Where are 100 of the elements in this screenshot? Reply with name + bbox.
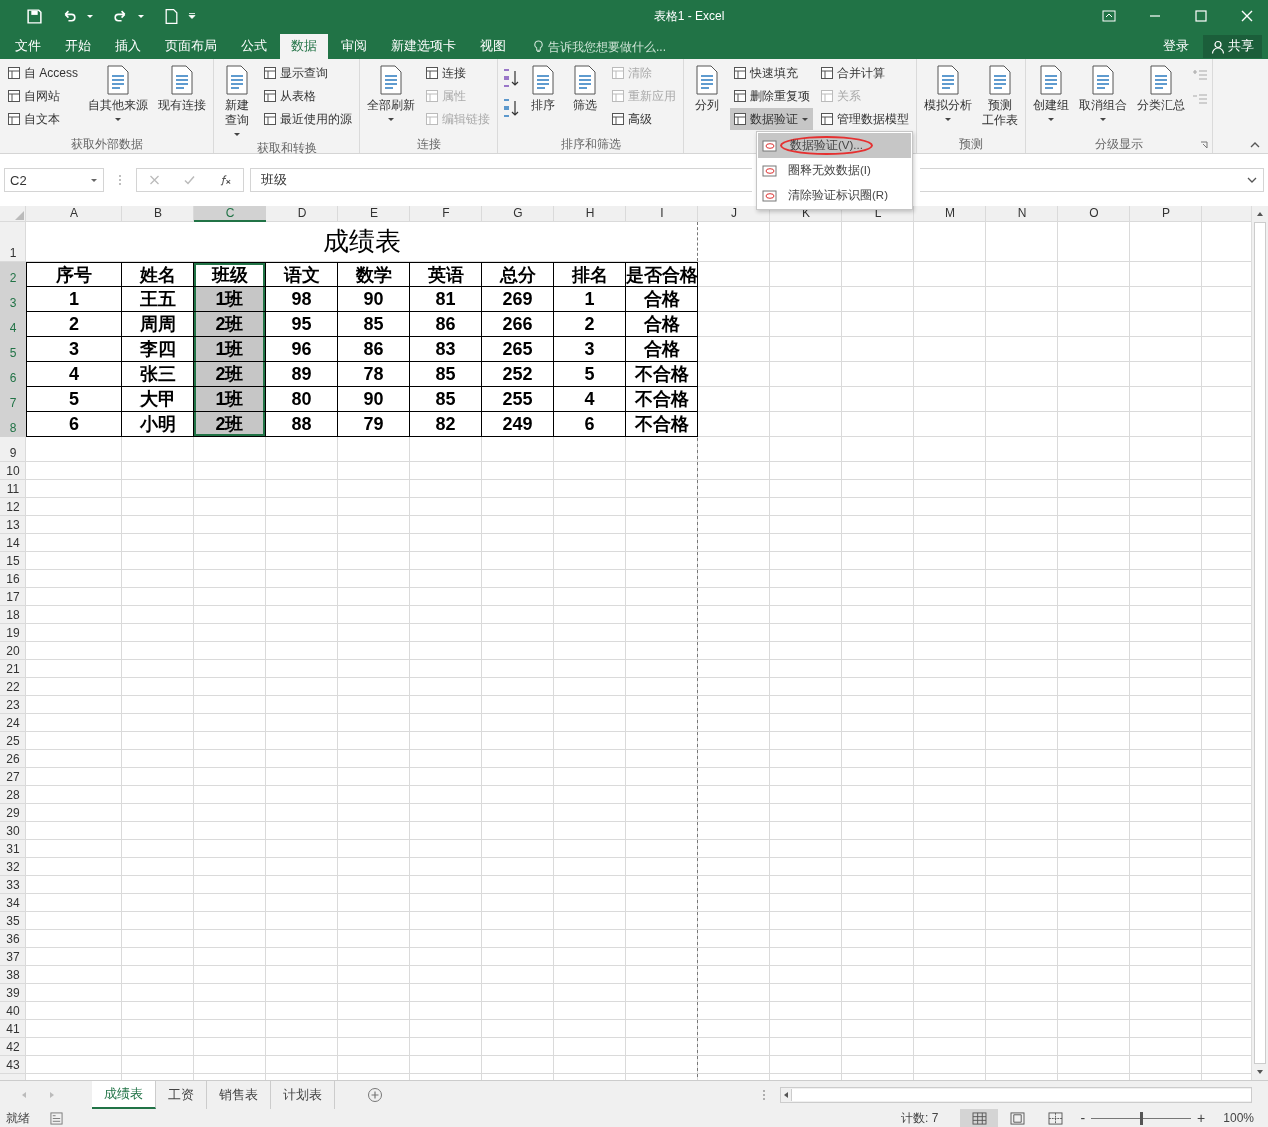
sort-descending-icon[interactable]: [502, 98, 520, 118]
tell-me-field[interactable]: 告诉我您想要做什么...: [548, 39, 708, 54]
column-header[interactable]: M: [914, 206, 986, 222]
ribbon-button[interactable]: 自文本: [4, 108, 81, 130]
function-icon[interactable]: [218, 174, 232, 186]
row-header[interactable]: 12: [0, 498, 26, 516]
check-icon[interactable]: [183, 174, 197, 186]
row-header[interactable]: 20: [0, 642, 26, 660]
ribbon-button[interactable]: 最近使用的源: [260, 108, 355, 130]
row-header[interactable]: 39: [0, 984, 26, 1002]
column-header[interactable]: A: [26, 206, 122, 222]
ribbon-button[interactable]: 取消组合: [1076, 62, 1130, 135]
row-header[interactable]: 8: [0, 412, 26, 437]
row-header[interactable]: 6: [0, 362, 26, 387]
column-header[interactable]: C: [194, 206, 266, 222]
row-header[interactable]: 11: [0, 480, 26, 498]
ribbon-button[interactable]: 新建 查询: [218, 62, 256, 140]
column-header[interactable]: B: [122, 206, 194, 222]
new-document-icon[interactable]: [163, 7, 180, 25]
name-box[interactable]: C2: [4, 168, 104, 192]
row-header[interactable]: 43: [0, 1056, 26, 1074]
menu-item[interactable]: 圈释无效数据(I): [758, 158, 911, 183]
row-header[interactable]: 37: [0, 948, 26, 966]
row-header[interactable]: 23: [0, 696, 26, 714]
save-icon[interactable]: [26, 7, 43, 25]
ribbon-button[interactable]: 预测 工作表: [979, 62, 1021, 135]
column-header[interactable]: E: [338, 206, 410, 222]
collapse-ribbon-icon[interactable]: [1250, 141, 1260, 149]
formula-field[interactable]: 班级: [250, 168, 752, 192]
column-header[interactable]: G: [482, 206, 554, 222]
row-header[interactable]: 32: [0, 858, 26, 876]
ribbon-button[interactable]: 模拟分析: [921, 62, 975, 135]
row-header[interactable]: 9: [0, 437, 26, 462]
column-header[interactable]: H: [554, 206, 626, 222]
ribbon-button[interactable]: 显示查询: [260, 62, 355, 84]
row-header[interactable]: 35: [0, 912, 26, 930]
row-header[interactable]: 21: [0, 660, 26, 678]
ribbon-tab[interactable]: 页面布局: [154, 34, 228, 59]
column-header[interactable]: J: [698, 206, 770, 222]
column-header[interactable]: D: [266, 206, 338, 222]
vertical-scrollbar[interactable]: [1251, 206, 1268, 1080]
ribbon-tab[interactable]: 插入: [104, 34, 152, 59]
horizontal-scrollbar[interactable]: [780, 1087, 1252, 1103]
ribbon-button[interactable]: 数据验证: [730, 108, 813, 130]
add-sheet-icon[interactable]: [367, 1087, 383, 1103]
ribbon-button[interactable]: 合并计算: [817, 62, 912, 84]
maximize-icon[interactable]: [1194, 9, 1208, 23]
ribbon-button[interactable]: 创建组: [1030, 62, 1072, 135]
row-header[interactable]: 30: [0, 822, 26, 840]
row-header[interactable]: 13: [0, 516, 26, 534]
menu-item[interactable]: 数据验证(V)...: [758, 133, 911, 158]
ribbon-button[interactable]: 自 Access: [4, 62, 81, 84]
row-header[interactable]: 40: [0, 1002, 26, 1020]
ribbon-button[interactable]: 从表格: [260, 85, 355, 107]
row-header[interactable]: 38: [0, 966, 26, 984]
ribbon-button[interactable]: 全部刷新: [364, 62, 418, 135]
column-header[interactable]: F: [410, 206, 482, 222]
row-header[interactable]: 22: [0, 678, 26, 696]
ribbon-tab[interactable]: 审阅: [330, 34, 378, 59]
ribbon-button[interactable]: 排序: [524, 62, 562, 135]
row-header[interactable]: 31: [0, 840, 26, 858]
ribbon-button[interactable]: 连接: [422, 62, 493, 84]
row-header[interactable]: 4: [0, 312, 26, 337]
customize-icon[interactable]: [188, 12, 196, 20]
ribbon-button[interactable]: 现有连接: [155, 62, 209, 135]
ribbon-button[interactable]: 快速填充: [730, 62, 813, 84]
column-header[interactable]: O: [1058, 206, 1130, 222]
ribbon-button[interactable]: 筛选: [566, 62, 604, 135]
column-header[interactable]: I: [626, 206, 698, 222]
row-header[interactable]: 10: [0, 462, 26, 480]
ribbon-button[interactable]: 分类汇总: [1134, 62, 1188, 135]
row-header[interactable]: 7: [0, 387, 26, 412]
sort-ascending-icon[interactable]: [502, 68, 520, 88]
row-header[interactable]: 24: [0, 714, 26, 732]
zoom-in-button[interactable]: +: [1191, 1110, 1212, 1126]
row-header[interactable]: 5: [0, 337, 26, 362]
ribbon-tab[interactable]: 开始: [54, 34, 102, 59]
ribbon-tab[interactable]: 新建选项卡: [380, 34, 467, 59]
sign-in-link[interactable]: 登录: [1159, 36, 1193, 57]
caret-icon[interactable]: [137, 12, 145, 20]
row-header[interactable]: 16: [0, 570, 26, 588]
row-header[interactable]: 28: [0, 786, 26, 804]
ribbon-button[interactable]: 删除重复项: [730, 85, 813, 107]
row-header[interactable]: 18: [0, 606, 26, 624]
row-header[interactable]: 29: [0, 804, 26, 822]
row-header[interactable]: 34: [0, 894, 26, 912]
expand-icon[interactable]: [1247, 176, 1257, 184]
row-header[interactable]: 42: [0, 1038, 26, 1056]
row-header[interactable]: 15: [0, 552, 26, 570]
macro-icon[interactable]: [50, 1111, 63, 1125]
ribbon-tab[interactable]: 公式: [230, 34, 278, 59]
row-header[interactable]: 19: [0, 624, 26, 642]
close-icon[interactable]: [1240, 9, 1254, 23]
row-header[interactable]: 17: [0, 588, 26, 606]
sheet-tab[interactable]: 成绩表: [92, 1081, 156, 1109]
menu-item[interactable]: 清除验证标识圈(R): [758, 183, 911, 208]
row-header[interactable]: 26: [0, 750, 26, 768]
row-header[interactable]: 27: [0, 768, 26, 786]
column-header[interactable]: P: [1130, 206, 1202, 222]
row-header[interactable]: 1: [0, 222, 26, 262]
